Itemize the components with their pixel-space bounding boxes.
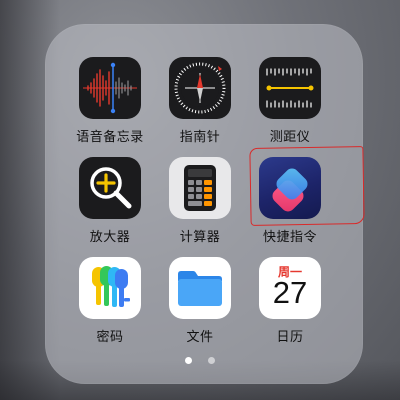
- files-icon: [169, 257, 231, 319]
- app-label: 测距仪: [269, 130, 311, 145]
- app-calendar[interactable]: 周一 27 日历: [245, 257, 335, 345]
- measure-icon: [259, 57, 321, 119]
- app-measure[interactable]: 测距仪: [245, 57, 335, 145]
- calendar-date: 27: [272, 275, 308, 310]
- app-label: 密码: [96, 330, 124, 345]
- app-label: 计算器: [179, 230, 221, 245]
- page-dot[interactable]: [207, 357, 215, 364]
- app-label: 日历: [276, 330, 304, 345]
- calculator-icon: [169, 157, 231, 219]
- magnifier-icon: [79, 157, 141, 219]
- app-label: 指南针: [179, 130, 221, 145]
- page-indicator[interactable]: [0, 349, 400, 368]
- calendar-icon: 周一 27: [259, 257, 321, 319]
- voice-memos-icon: [79, 57, 141, 119]
- app-label: 文件: [186, 330, 214, 345]
- app-files[interactable]: 文件: [155, 257, 245, 345]
- red-highlight-box: [249, 146, 365, 226]
- app-passwords[interactable]: 密码: [65, 257, 155, 345]
- app-label: 快捷指令: [262, 230, 317, 245]
- page-dot-active[interactable]: [185, 357, 193, 364]
- compass-icon: [169, 57, 231, 119]
- app-magnifier[interactable]: 放大器: [65, 157, 155, 245]
- app-compass[interactable]: 指南针: [155, 57, 245, 145]
- app-label: 语音备忘录: [76, 130, 144, 145]
- app-calculator[interactable]: 计算器: [155, 157, 245, 245]
- app-voice-memos[interactable]: 语音备忘录: [65, 57, 155, 145]
- passwords-icon: [79, 257, 141, 319]
- app-label: 放大器: [89, 230, 131, 245]
